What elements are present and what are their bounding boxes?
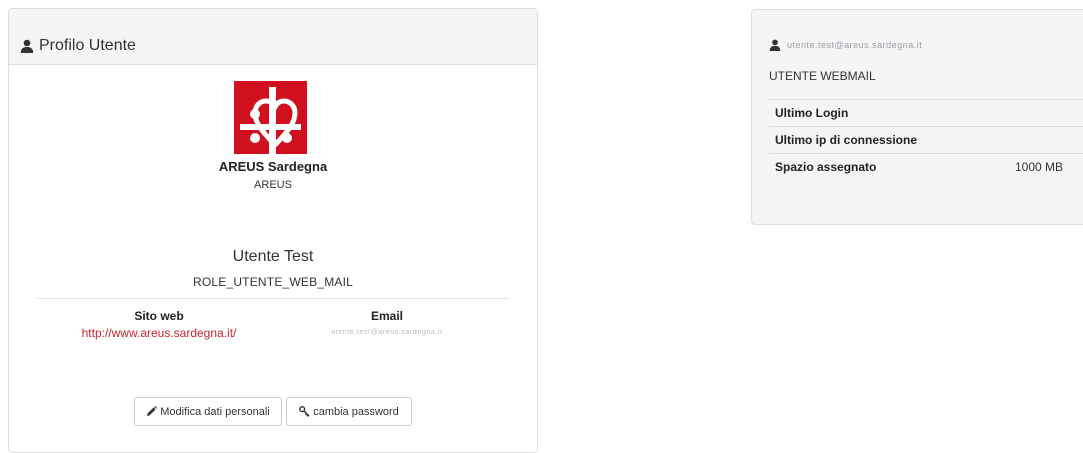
user-role: ROLE_UTENTE_WEB_MAIL <box>192 275 354 289</box>
table-row: Spazio assegnato 1000 MB <box>769 153 1083 180</box>
user-icon <box>20 39 34 53</box>
account-email: utente.test@areus.sardegna.it <box>787 40 923 50</box>
change-password-label: cambia password <box>313 405 399 418</box>
table-row: Ultimo Login <box>769 99 1083 126</box>
organization-name: AREUS Sardegna <box>218 159 328 174</box>
email-label: Email <box>370 309 403 323</box>
account-summary-panel: utente.test@areus.sardegna.it UTENTE WEB… <box>751 9 1083 225</box>
profile-divider <box>36 298 510 299</box>
account-details-table: Ultimo Login Ultimo ip di connessione Sp… <box>769 99 1083 180</box>
table-row: Ultimo ip di connessione <box>769 126 1083 153</box>
website-link[interactable]: http://www.areus.sardegna.it/ <box>59 326 259 340</box>
email-info: Email utente.test@areus.sardegna.it <box>291 309 483 336</box>
profile-panel: Profilo Utente AREUS Sardegna AREUS Uten… <box>8 8 538 453</box>
row-label: Ultimo ip di connessione <box>775 133 918 147</box>
user-icon <box>769 39 781 51</box>
website-label: Sito web <box>134 309 184 323</box>
edit-personal-data-label: Modifica dati personali <box>160 405 270 418</box>
organization-short-name: AREUS <box>254 179 292 191</box>
profile-panel-heading: Profilo Utente <box>9 9 537 65</box>
user-name: Utente Test <box>232 248 314 265</box>
row-value: 1000 MB <box>1015 160 1064 174</box>
edit-personal-data-button[interactable]: Modifica dati personali <box>134 397 282 426</box>
row-label: Spazio assegnato <box>775 160 877 174</box>
profile-panel-title: Profilo Utente <box>39 37 136 54</box>
email-value: utente.test@areus.sardegna.it <box>331 329 443 336</box>
account-type: UTENTE WEBMAIL <box>769 69 876 83</box>
pencil-icon <box>146 406 158 417</box>
organization-logo <box>234 81 307 154</box>
account-summary-title: utente.test@areus.sardegna.it <box>769 39 922 51</box>
change-password-button[interactable]: cambia password <box>286 397 412 426</box>
key-icon <box>299 406 310 417</box>
row-label: Ultimo Login <box>775 106 849 120</box>
website-info: Sito web http://www.areus.sardegna.it/ <box>59 309 259 340</box>
